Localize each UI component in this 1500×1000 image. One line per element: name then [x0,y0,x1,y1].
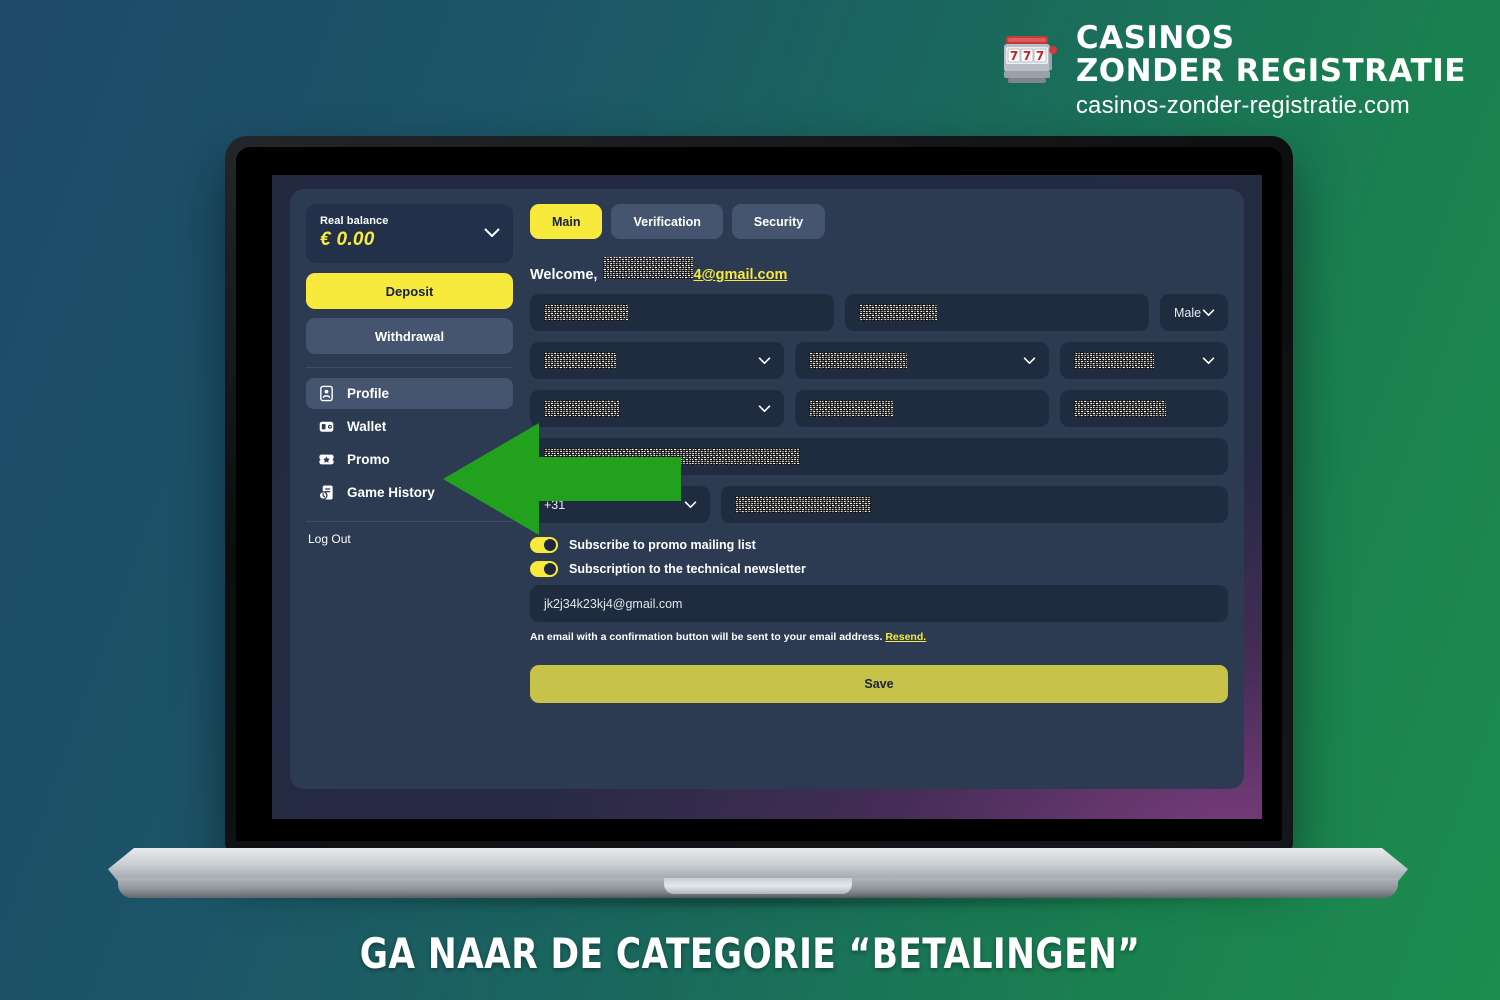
email-field[interactable]: jk2j34k23kj4@gmail.com [530,585,1228,622]
brand-line-1: CASINOS [1075,20,1235,56]
birth-month-select[interactable] [795,342,1049,379]
sidebar-item-profile[interactable]: Profile [306,378,513,409]
sidebar-item-label: Game History [347,485,435,500]
technical-newsletter-label: Subscription to the technical newsletter [569,562,806,576]
chevron-down-icon[interactable] [1023,352,1036,370]
real-balance-box[interactable]: Real balance € 0.00 [306,204,513,263]
chevron-down-icon[interactable] [1202,352,1215,370]
redacted-value [1074,400,1166,417]
tab-verification[interactable]: Verification [611,204,723,239]
redacted-value [544,304,628,321]
sidebar-divider-top [306,367,513,368]
laptop-base-notch [664,878,852,894]
chevron-down-icon[interactable] [758,352,771,370]
promo-mailing-toggle[interactable] [530,537,558,553]
technical-newsletter-toggle-row[interactable]: Subscription to the technical newsletter [530,561,1228,577]
welcome-line: Welcome, 4@gmail.com [530,257,1228,283]
gender-select[interactable]: Male [1160,294,1228,331]
withdrawal-button[interactable]: Withdrawal [306,318,513,354]
svg-text:7: 7 [1010,49,1018,63]
resend-link[interactable]: Resend. [885,631,926,643]
redacted-value [544,400,620,417]
email-confirmation-hint: An email with a confirmation button will… [530,631,1228,643]
last-name-field[interactable] [845,294,1149,331]
form-row-1: Male [530,294,1228,331]
welcome-label: Welcome, [530,267,598,283]
subscription-toggles: Subscribe to promo mailing list Subscrip… [530,537,1228,577]
laptop-mockup: Real balance € 0.00 Deposit Withdrawal P… [108,136,1408,912]
left-arrow-annotation [443,421,681,537]
brand-watermark: 7 7 7 CASINOS ZONDER REGISTRATIE casinos… [996,22,1466,120]
wallet-icon [317,417,336,436]
brand-line-2: ZONDER REGISTRATIE [1075,52,1466,89]
deposit-button[interactable]: Deposit [306,273,513,309]
laptop-base-shadow [148,898,1368,912]
tab-bar: Main Verification Security [530,204,1228,239]
redacted-value [809,400,893,417]
form-row-2 [530,342,1228,379]
laptop-screen: Real balance € 0.00 Deposit Withdrawal P… [272,175,1262,819]
tab-main[interactable]: Main [530,204,603,239]
welcome-email: 4@gmail.com [693,267,788,283]
email-confirmation-hint-text: An email with a confirmation button will… [530,631,883,643]
sidebar-item-label: Promo [347,452,390,467]
redacted-value [735,496,871,513]
gender-value: Male [1174,305,1202,320]
redacted-value [544,352,616,369]
brand-url: casinos-zonder-registratie.com [1075,91,1410,119]
laptop-base-top [108,848,1408,882]
phone-number-field[interactable] [721,486,1228,523]
chevron-down-icon[interactable] [484,225,500,243]
first-name-field[interactable] [530,294,834,331]
laptop-base [108,848,1408,912]
history-document-icon [317,483,336,502]
redacted-value [809,352,907,369]
city-field[interactable] [795,390,1049,427]
sidebar-item-label: Wallet [347,419,387,434]
birth-day-select[interactable] [530,342,784,379]
slot-machine-icon: 7 7 7 [996,24,1062,90]
tab-security[interactable]: Security [731,204,826,239]
account-card: Real balance € 0.00 Deposit Withdrawal P… [290,189,1244,789]
redacted-username [603,257,694,279]
svg-text:7: 7 [1023,49,1031,63]
ticket-star-icon [317,450,336,469]
postal-code-field[interactable] [1060,390,1228,427]
save-button[interactable]: Save [530,665,1228,703]
promo-mailing-toggle-row[interactable]: Subscribe to promo mailing list [530,537,1228,553]
real-balance-label: Real balance [320,215,389,227]
profile-card-icon [317,384,336,403]
laptop-bezel: Real balance € 0.00 Deposit Withdrawal P… [236,147,1282,841]
sidebar-item-label: Profile [347,386,390,401]
caption-text: GA NAAR DE CATEGORIE “BETALINGEN” [359,929,1141,978]
technical-newsletter-toggle[interactable] [530,561,558,577]
birth-year-select[interactable] [1060,342,1228,379]
real-balance-amount: € 0.00 [320,229,375,250]
redacted-value [859,304,937,321]
promo-mailing-label: Subscribe to promo mailing list [569,538,756,552]
chevron-down-icon[interactable] [758,400,771,418]
laptop-lid: Real balance € 0.00 Deposit Withdrawal P… [225,136,1293,850]
chevron-down-icon[interactable] [684,496,697,514]
chevron-down-icon[interactable] [1202,304,1215,322]
svg-text:7: 7 [1036,49,1044,63]
casino-account-app: Real balance € 0.00 Deposit Withdrawal P… [290,189,1244,805]
redacted-value [1074,352,1154,369]
